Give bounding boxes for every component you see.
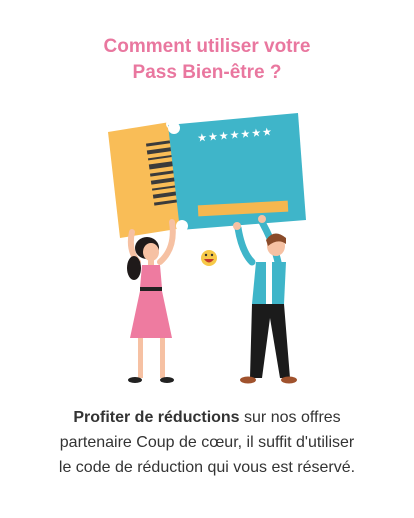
description-line-3: le code de réduction qui vous est réserv… [58, 459, 356, 476]
page-title: Comment utiliser votre Pass Bien-être ? [0, 34, 414, 86]
description-text: Profiter de réductions sur nos offres pa… [20, 405, 394, 480]
man-figure [233, 215, 297, 384]
ticket-illustration: ★★★★★★★ [108, 113, 306, 384]
woman-figure [127, 219, 176, 383]
title-line-1: Comment utiliser votre [103, 36, 311, 57]
smiley-emoji-icon [201, 250, 217, 266]
description-highlight: Profiter de réductions [73, 409, 240, 426]
description-line-1: Profiter de réductions sur nos offres [20, 405, 394, 430]
title-line-2: Pass Bien-être ? [132, 62, 282, 83]
description-line-1-rest: sur nos offres [239, 409, 341, 426]
description-line-2: partenaire Coup de cœur, il suffit d'uti… [59, 434, 355, 451]
